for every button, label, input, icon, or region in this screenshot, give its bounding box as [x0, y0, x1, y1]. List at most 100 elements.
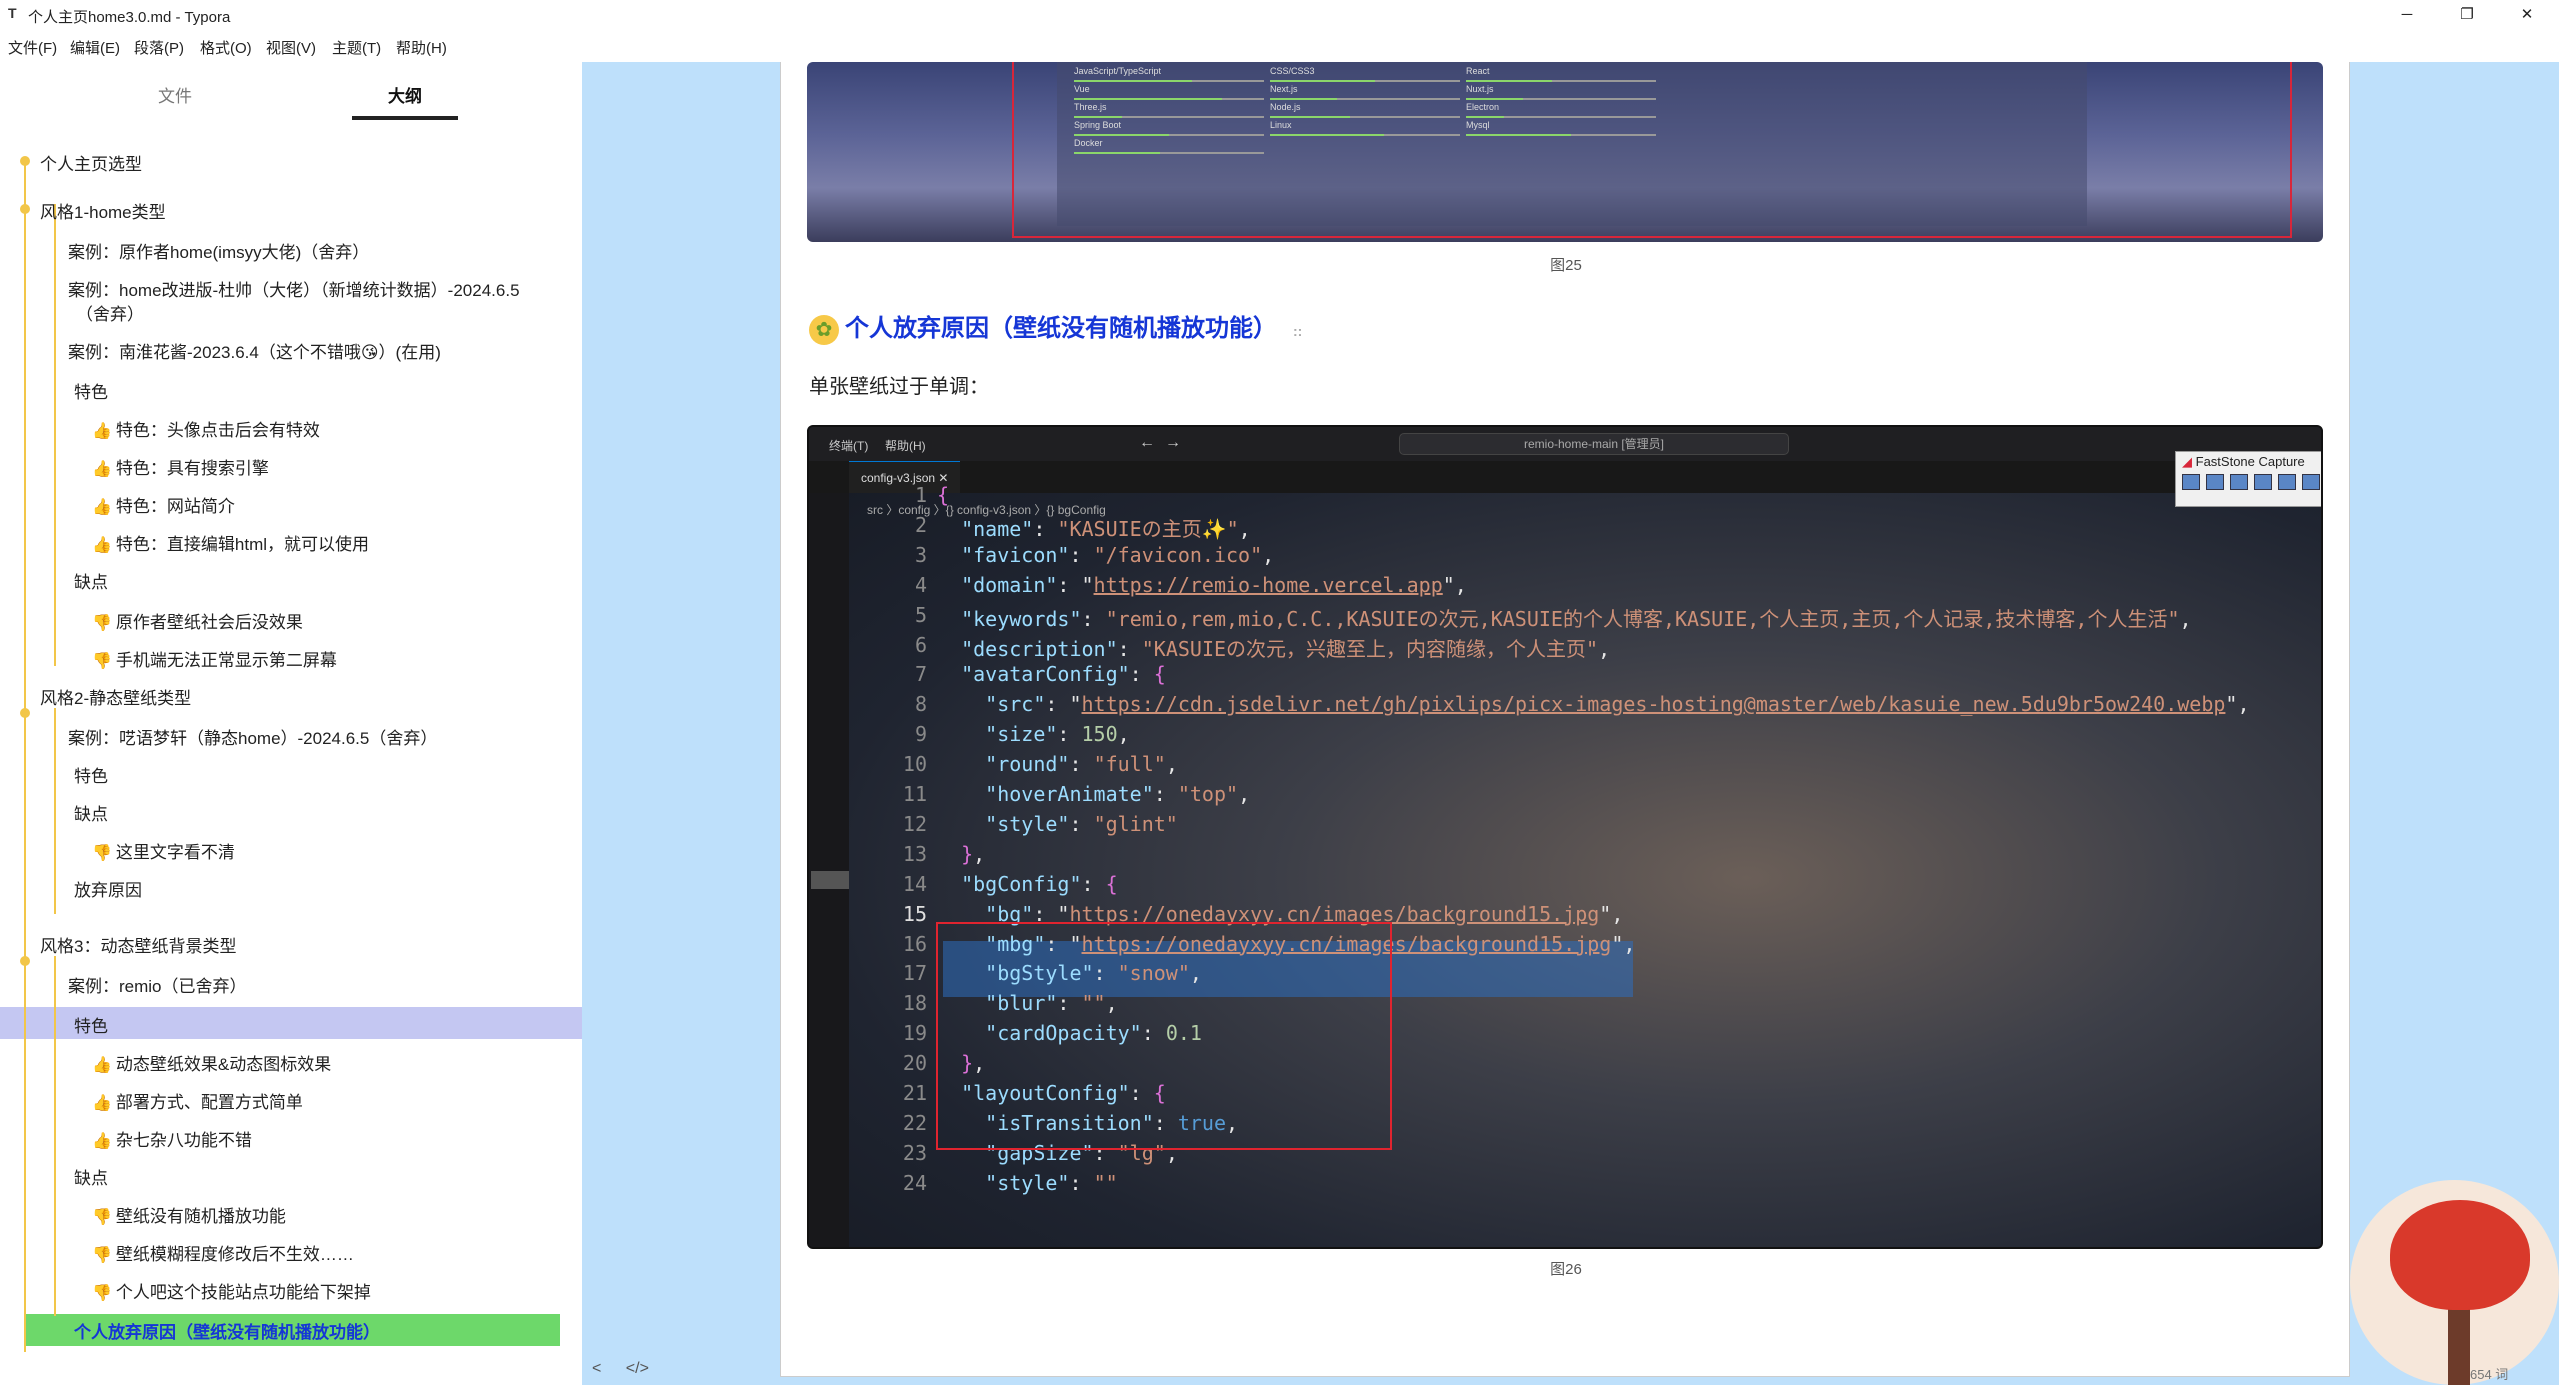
menu-edit[interactable]: 编辑(E) — [70, 37, 120, 58]
menu-format[interactable]: 格式(O) — [200, 37, 252, 58]
outline-item[interactable]: 案例：呓语梦轩（静态home）-2024.6.5（舍弃） — [68, 724, 437, 749]
outline-item[interactable]: 👍 特色：具有搜索引擎 — [92, 454, 269, 479]
vscode-tabs: config-v3.json ✕ — [809, 461, 2321, 493]
outline-guide-line — [54, 708, 56, 914]
outline-dot — [20, 156, 30, 166]
outline-item[interactable]: 👎 壁纸没有随机播放功能 — [92, 1202, 286, 1227]
outline-item[interactable]: 特色 — [74, 1012, 108, 1037]
skill-label: Next.js — [1270, 84, 1298, 94]
red-annotation-box — [936, 922, 1392, 1150]
source-code-icon[interactable]: </> — [626, 1360, 649, 1377]
outline-item[interactable]: 👎 这里文字看不清 — [92, 838, 235, 863]
line-number: 8 — [914, 692, 927, 717]
tree-crown — [2390, 1200, 2530, 1310]
thumbs-up-icon: 👍 — [92, 537, 112, 554]
window-title: 个人主页home3.0.md - Typora — [28, 9, 231, 26]
outline-item[interactable]: 案例：remio（已舍弃） — [68, 972, 247, 997]
close-button[interactable]: ✕ — [2504, 0, 2550, 30]
capture-icon — [2278, 474, 2296, 490]
maximize-button[interactable]: ❐ — [2444, 0, 2490, 30]
outline-item[interactable]: 案例：home改进版-杜帅（大佬）（新增统计数据）-2024.6.5 — [68, 276, 520, 301]
skill-label: Vue — [1074, 84, 1090, 94]
skill-label: Three.js — [1074, 102, 1107, 112]
word-count[interactable]: 654 词 — [2470, 1364, 2508, 1383]
skill-bar-fill — [1270, 116, 1350, 118]
outline-item[interactable]: 风格2-静态壁纸类型 — [40, 684, 191, 709]
skill-bar-fill — [1074, 152, 1160, 154]
outline-item[interactable]: （舍弃） — [76, 300, 144, 325]
outline-item[interactable]: 风格3：动态壁纸背景类型 — [40, 932, 236, 957]
menu-bar: 文件(F) 编辑(E) 段落(P) 格式(O) 视图(V) 主题(T) 帮助(H… — [0, 30, 2559, 62]
outline-guide-line — [54, 204, 56, 666]
thumbs-down-icon: 👎 — [92, 845, 112, 862]
outline-item[interactable]: 缺点 — [74, 1164, 108, 1189]
skill-bar-fill — [1074, 134, 1169, 136]
outline-item[interactable]: 风格1-home类型 — [40, 198, 166, 223]
heading-anchor[interactable]: :: — [1293, 323, 1302, 339]
line-number: 3 — [914, 542, 927, 567]
outline-item[interactable]: 👎 原作者壁纸社会后没效果 — [92, 608, 303, 633]
skill-label: Nuxt.js — [1466, 84, 1494, 94]
outline-item[interactable]: 缺点 — [74, 800, 108, 825]
section-heading: ✿ 个人放弃原因（壁纸没有随机播放功能）:: — [809, 308, 1302, 345]
menu-paragraph[interactable]: 段落(P) — [134, 37, 184, 58]
skill-bar-fill — [1466, 80, 1552, 82]
back-arrow-icon[interactable]: < — [592, 1360, 601, 1377]
line-number: 15 — [902, 901, 927, 926]
tab-outline[interactable]: 大纲 — [388, 82, 422, 107]
outline-item[interactable]: 👍 特色：网站简介 — [92, 492, 235, 517]
editor-pane[interactable]: JavaScript/TypeScript CSS/CSS3 React Vue Nex… — [780, 62, 2350, 1377]
outline-item[interactable]: 特色 — [74, 378, 108, 403]
menu-view[interactable]: 视图(V) — [266, 37, 316, 58]
minimize-button[interactable]: ─ — [2384, 0, 2430, 30]
outline-item[interactable]: 👍 杂七杂八功能不错 — [92, 1126, 252, 1151]
menu-file[interactable]: 文件(F) — [8, 37, 57, 58]
outline-dot — [20, 204, 30, 214]
paragraph: 单张壁纸过于单调： — [809, 376, 989, 398]
thumbs-up-icon: 👍 — [92, 499, 112, 516]
outline-item[interactable]: 👎 手机端无法正常显示第二屏幕 — [92, 646, 337, 671]
menu-help[interactable]: 帮助(H) — [396, 37, 447, 58]
outline-item[interactable]: 特色 — [74, 762, 108, 787]
capture-icon — [2254, 474, 2272, 490]
vscode-search: remio-home-main [管理员] — [1399, 433, 1789, 455]
line-number: 21 — [902, 1081, 927, 1105]
outline-item[interactable]: 👍 动态壁纸效果&动态图标效果 — [92, 1050, 331, 1075]
outline-item[interactable]: 👎 个人吧这个技能站点功能给下架掉 — [92, 1278, 371, 1303]
thumbs-down-icon: 👎 — [92, 615, 112, 632]
outline-item-active[interactable]: 个人放弃原因（壁纸没有随机播放功能） — [74, 1318, 380, 1343]
line-number: 24 — [902, 1170, 927, 1195]
thumbs-down-icon: 👎 — [92, 1209, 112, 1226]
outline-item[interactable]: 👍 特色：直接编辑html，就可以使用 — [92, 530, 369, 555]
tab-files[interactable]: 文件 — [158, 82, 192, 107]
outline-item[interactable]: 案例：原作者home(imsyy大佬)（舍弃） — [68, 238, 369, 263]
title-bar: T 个人主页home3.0.md - Typora ─ ❐ ✕ — [0, 0, 2559, 30]
code-line: "style": "glint" — [985, 811, 1178, 836]
skill-label: Node.js — [1270, 102, 1301, 112]
skill-bar-fill — [1270, 98, 1337, 100]
line-number: 19 — [902, 1021, 927, 1046]
outline-item[interactable]: 案例：南淮花酱-2023.6.4（这个不错哦😘）(在用) — [68, 338, 441, 363]
nav-back-icon: ← — [1139, 434, 1155, 451]
outline-item[interactable]: 👍 特色：头像点击后会有特效 — [92, 416, 320, 441]
code-line: "bgConfig": { — [961, 871, 1118, 896]
outline-item[interactable]: 👎 壁纸模糊程度修改后不生效…… — [92, 1240, 354, 1265]
outline-item[interactable]: 放弃原因 — [74, 876, 142, 901]
thumbs-up-icon: 👍 — [92, 1057, 112, 1074]
figure-caption-26: 图26 — [1550, 1261, 1582, 1278]
vscode-titlebar: 终端(T) 帮助(H) ← → remio-home-main [管理员] — [809, 427, 2321, 461]
skill-bar-fill — [1074, 116, 1122, 118]
menu-theme[interactable]: 主题(T) — [332, 37, 381, 58]
thumbs-down-icon: 👎 — [92, 1285, 112, 1302]
code-line: "keywords": "remio,rem,mio,C.C.,KASUIEの次… — [961, 606, 2192, 631]
nav-forward-icon: → — [1165, 434, 1181, 451]
red-annotation-box — [1012, 62, 2292, 238]
skill-bar-fill — [1270, 134, 1384, 136]
skill-bar-fill — [1270, 80, 1375, 82]
outline-item[interactable]: 个人主页选型 — [40, 150, 142, 175]
outline-item[interactable]: 缺点 — [74, 568, 108, 593]
outline-item[interactable]: 👍 部署方式、配置方式简单 — [92, 1088, 303, 1113]
skill-bar-fill — [1466, 116, 1504, 118]
thumbs-up-icon: 👍 — [92, 1095, 112, 1112]
mascot-widget[interactable] — [2350, 1180, 2559, 1385]
